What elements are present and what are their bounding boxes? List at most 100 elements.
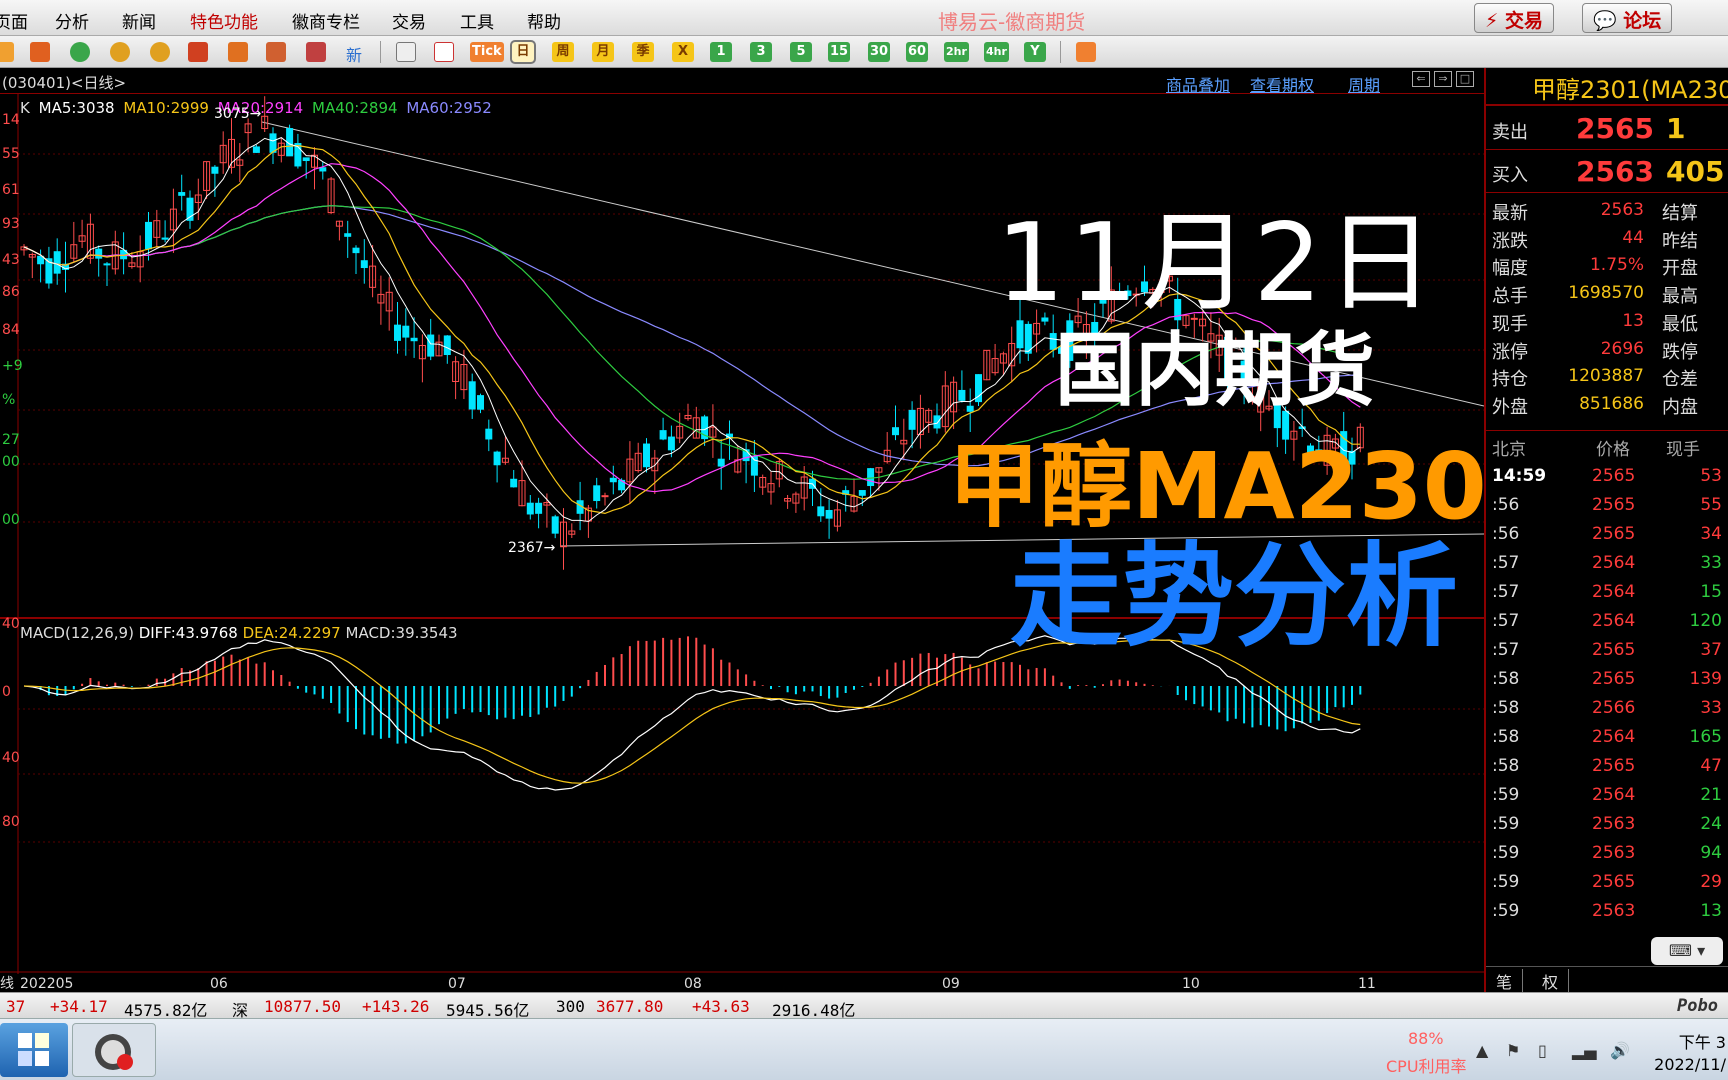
period-30min[interactable]: 30 — [868, 42, 891, 62]
menu-column[interactable]: 徽商专栏 — [292, 8, 360, 33]
stat-value: 2696 — [1600, 338, 1644, 359]
start-button[interactable] — [0, 1023, 68, 1077]
y-tick-label: 61 — [2, 182, 20, 198]
period-x[interactable]: X — [672, 42, 694, 62]
refresh-icon[interactable] — [70, 42, 90, 62]
tick-price: 2565 — [1592, 495, 1636, 515]
flag-icon[interactable]: ⚑ — [1506, 1041, 1526, 1061]
bid-label: 买入 — [1492, 165, 1528, 186]
y-tick-label: 93 — [2, 216, 20, 232]
screen: { "menu": { "items": ["页面", "分析", "新闻", … — [0, 0, 1728, 1080]
stat-row: 外盘 851686 内盘 — [1486, 390, 1728, 418]
stat-value: 44 — [1622, 227, 1644, 248]
tick-price: 2565 — [1592, 640, 1636, 660]
candle-body — [817, 506, 825, 517]
keyboard-icon[interactable]: ⌨ ▾ — [1651, 937, 1723, 965]
period-60min[interactable]: 60 — [906, 42, 929, 62]
tab-trades[interactable]: 笔 — [1486, 969, 1524, 993]
view-options-link[interactable]: 查看期权 — [1250, 72, 1314, 96]
tick-volume: 37 — [1700, 640, 1722, 660]
menu-page[interactable]: 页面 — [0, 8, 28, 33]
stat-label-2: 最低 — [1662, 313, 1698, 335]
stat-label-2: 开盘 — [1662, 258, 1698, 280]
tick-volume: 34 — [1700, 524, 1722, 544]
chart-line-icon[interactable] — [434, 42, 454, 62]
shape-icon[interactable] — [266, 42, 286, 62]
tick-row: :57 2564 33 — [1486, 549, 1728, 578]
tick-row: :57 2564 15 — [1486, 578, 1728, 607]
window-icon[interactable] — [188, 42, 208, 62]
grid-icon[interactable] — [1076, 42, 1096, 62]
macd-y-tick-label: 80 — [2, 814, 20, 830]
index-1-value: 37 — [6, 997, 26, 1016]
stat-row: 最新 2563 结算 — [1486, 196, 1728, 224]
menu-trade[interactable]: 交易 — [392, 8, 426, 33]
index-2-value: 10877.50 — [264, 997, 342, 1016]
x-tick-label: 202205 — [20, 976, 73, 992]
tick-time: :59 — [1492, 785, 1520, 805]
x-tick-label: 11 — [1358, 976, 1376, 992]
zoom-in-icon[interactable] — [110, 42, 130, 62]
tick-time: :58 — [1492, 669, 1520, 689]
folder-icon[interactable] — [0, 42, 14, 62]
fm-icon[interactable] — [30, 42, 50, 62]
y-tick-label: 43 — [2, 252, 20, 268]
high-annotation: 3075→ — [214, 106, 262, 122]
menu-features[interactable]: 特色功能 — [190, 8, 258, 33]
nav-maximize-icon[interactable]: □ — [1456, 71, 1474, 87]
period-link[interactable]: 周期 — [1348, 72, 1380, 96]
menu-help[interactable]: 帮助 — [527, 8, 561, 33]
period-5min[interactable]: 5 — [790, 42, 812, 62]
candle-body — [966, 405, 974, 412]
forum-button[interactable]: 💬 论坛 — [1582, 3, 1673, 33]
period-season[interactable]: 季 — [632, 42, 654, 62]
y-tick-label: 55 — [2, 146, 20, 162]
trade-button[interactable]: ⚡ 交易 — [1474, 3, 1554, 33]
nav-right-icon[interactable]: ⇒ — [1434, 71, 1452, 87]
nav-left-icon[interactable]: ⇐ — [1412, 71, 1430, 87]
period-4hr[interactable]: 4hr — [984, 42, 1009, 62]
stat-row: 总手 1698570 最高 — [1486, 279, 1728, 307]
battery-icon[interactable]: ▯ — [1538, 1041, 1558, 1061]
menu-analysis[interactable]: 分析 — [55, 8, 89, 33]
period-15min[interactable]: 15 — [828, 42, 851, 62]
tray-expand-icon[interactable]: ▲ — [1476, 1041, 1496, 1061]
candle-body — [858, 490, 866, 496]
tab-rights[interactable]: 权 — [1532, 969, 1570, 993]
period-tick[interactable]: Tick — [470, 42, 504, 62]
volume-icon[interactable]: 🔊 — [1610, 1041, 1630, 1061]
candle-body — [659, 430, 667, 440]
network-icon[interactable]: ▂▄ — [1572, 1041, 1597, 1061]
y-tick-label: 14 — [2, 112, 20, 128]
trade-button-label: 交易 — [1504, 10, 1543, 32]
tick-time: :59 — [1492, 872, 1520, 892]
tick-time: :57 — [1492, 640, 1520, 660]
menu-news[interactable]: 新闻 — [122, 8, 156, 33]
period-3min[interactable]: 3 — [750, 42, 772, 62]
period-2hr[interactable]: 2hr — [944, 42, 969, 62]
period-1min[interactable]: 1 — [710, 42, 732, 62]
y-tick-label: 86 — [2, 284, 20, 300]
overlay-commodity-link[interactable]: 商品叠加 — [1166, 72, 1230, 96]
index-3-change: +43.63 — [692, 997, 750, 1016]
zoom-out-icon[interactable] — [150, 42, 170, 62]
taskbar-app-pobo[interactable] — [72, 1023, 156, 1077]
macd-y-tick-label: 40 — [2, 750, 20, 766]
period-week[interactable]: 周 — [552, 42, 574, 62]
menu-tools[interactable]: 工具 — [460, 8, 494, 33]
candle-body — [643, 443, 650, 468]
period-day[interactable]: 日 — [510, 40, 536, 64]
candle-body — [319, 167, 327, 172]
new-button[interactable]: 新 — [346, 42, 362, 66]
index-3-name: 300 — [556, 997, 585, 1016]
period-month[interactable]: 月 — [592, 42, 614, 62]
table-icon[interactable] — [396, 42, 416, 62]
macd-y-tick-label: 0 — [2, 684, 11, 700]
period-year[interactable]: Y — [1024, 42, 1046, 62]
clock-date[interactable]: 2022/11/ — [1654, 1055, 1726, 1074]
clock-time[interactable]: 下午 3 — [1679, 1029, 1726, 1053]
pen-icon[interactable] — [228, 42, 248, 62]
stat-row: 涨跌 44 昨结 — [1486, 224, 1728, 252]
candle-body — [526, 502, 534, 515]
filter-icon[interactable] — [306, 42, 326, 62]
